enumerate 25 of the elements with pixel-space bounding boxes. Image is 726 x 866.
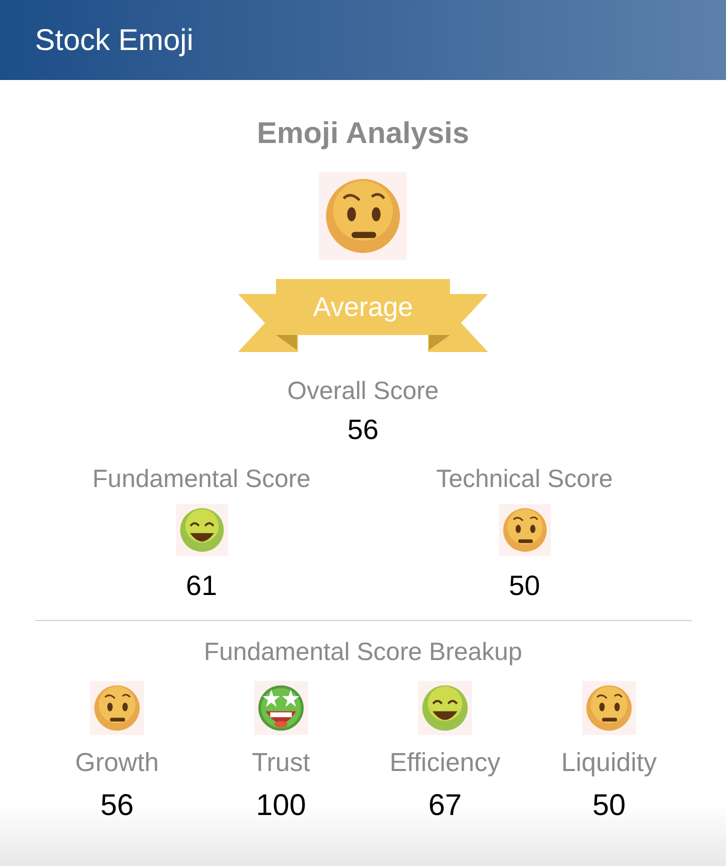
category-label: Growth — [75, 747, 159, 777]
breakup-title: Fundamental Score Breakup — [204, 637, 522, 667]
overall-score-label: Overall Score — [287, 376, 439, 406]
category-label: Liquidity — [561, 747, 657, 777]
smiling-face-icon — [176, 504, 228, 556]
star-eyes-face-icon — [254, 681, 308, 735]
category-value: 100 — [256, 789, 306, 823]
category-label: Trust — [252, 747, 310, 777]
category-value: 56 — [100, 789, 134, 823]
worried-face-icon — [90, 681, 144, 735]
score-value: 50 — [508, 570, 540, 602]
section-title: Emoji Analysis — [256, 116, 470, 152]
rating-label: Average — [312, 290, 414, 324]
smiling-face-icon — [418, 681, 472, 735]
score-label: Fundamental Score — [92, 464, 311, 494]
worried-face-icon — [498, 504, 550, 556]
category-label: Efficiency — [390, 747, 500, 777]
score-value: 61 — [186, 570, 218, 602]
score-label: Technical Score — [436, 464, 613, 494]
category-value: 67 — [428, 789, 462, 823]
category-value: 50 — [592, 789, 626, 823]
worried-face-icon — [582, 681, 636, 735]
overall-score-value: 56 — [347, 414, 379, 446]
worried-face-icon — [319, 172, 407, 260]
app-title: Stock Emoji — [35, 22, 194, 58]
